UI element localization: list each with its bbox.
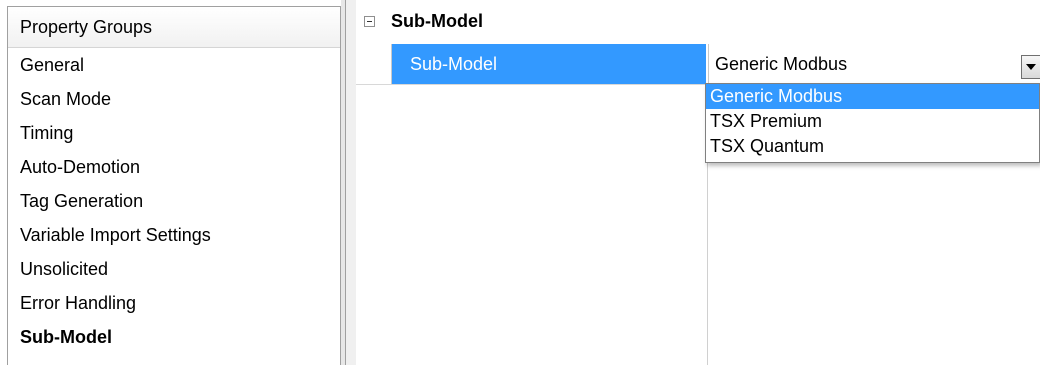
grid-gutter <box>346 0 356 365</box>
property-value-select[interactable]: Generic Modbus <box>708 44 1040 84</box>
category-row: Sub-Model <box>356 0 1040 42</box>
group-item-general[interactable]: General <box>8 48 340 82</box>
minus-box-icon[interactable] <box>364 15 375 27</box>
group-item-error-handling[interactable]: Error Handling <box>8 286 340 320</box>
option-tsx-premium[interactable]: TSX Premium <box>706 109 1039 134</box>
group-item-variable-import-settings[interactable]: Variable Import Settings <box>8 218 340 252</box>
property-grid: Sub-Model Sub-Model Generic Modbus <box>345 0 1040 365</box>
property-row-sub-model[interactable]: Sub-Model Generic Modbus <box>356 44 1040 85</box>
property-value: Generic Modbus <box>715 54 848 74</box>
group-item-auto-demotion[interactable]: Auto-Demotion <box>8 150 340 184</box>
group-item-sub-model[interactable]: Sub-Model <box>8 320 340 354</box>
chevron-down-icon[interactable] <box>1021 55 1040 79</box>
option-tsx-quantum[interactable]: TSX Quantum <box>706 134 1039 159</box>
property-groups-header: Property Groups <box>8 7 340 48</box>
group-item-unsolicited[interactable]: Unsolicited <box>8 252 340 286</box>
sub-model-dropdown-list: Generic Modbus TSX Premium TSX Quantum <box>705 83 1040 163</box>
property-groups-pane: Property Groups General Scan Mode Timing… <box>7 6 341 365</box>
category-label: Sub-Model <box>391 10 483 31</box>
group-item-tag-generation[interactable]: Tag Generation <box>8 184 340 218</box>
property-groups-list: General Scan Mode Timing Auto-Demotion T… <box>8 48 340 354</box>
group-item-timing[interactable]: Timing <box>8 116 340 150</box>
option-generic-modbus[interactable]: Generic Modbus <box>706 84 1039 109</box>
property-name[interactable]: Sub-Model <box>391 44 706 84</box>
group-item-scan-mode[interactable]: Scan Mode <box>8 82 340 116</box>
